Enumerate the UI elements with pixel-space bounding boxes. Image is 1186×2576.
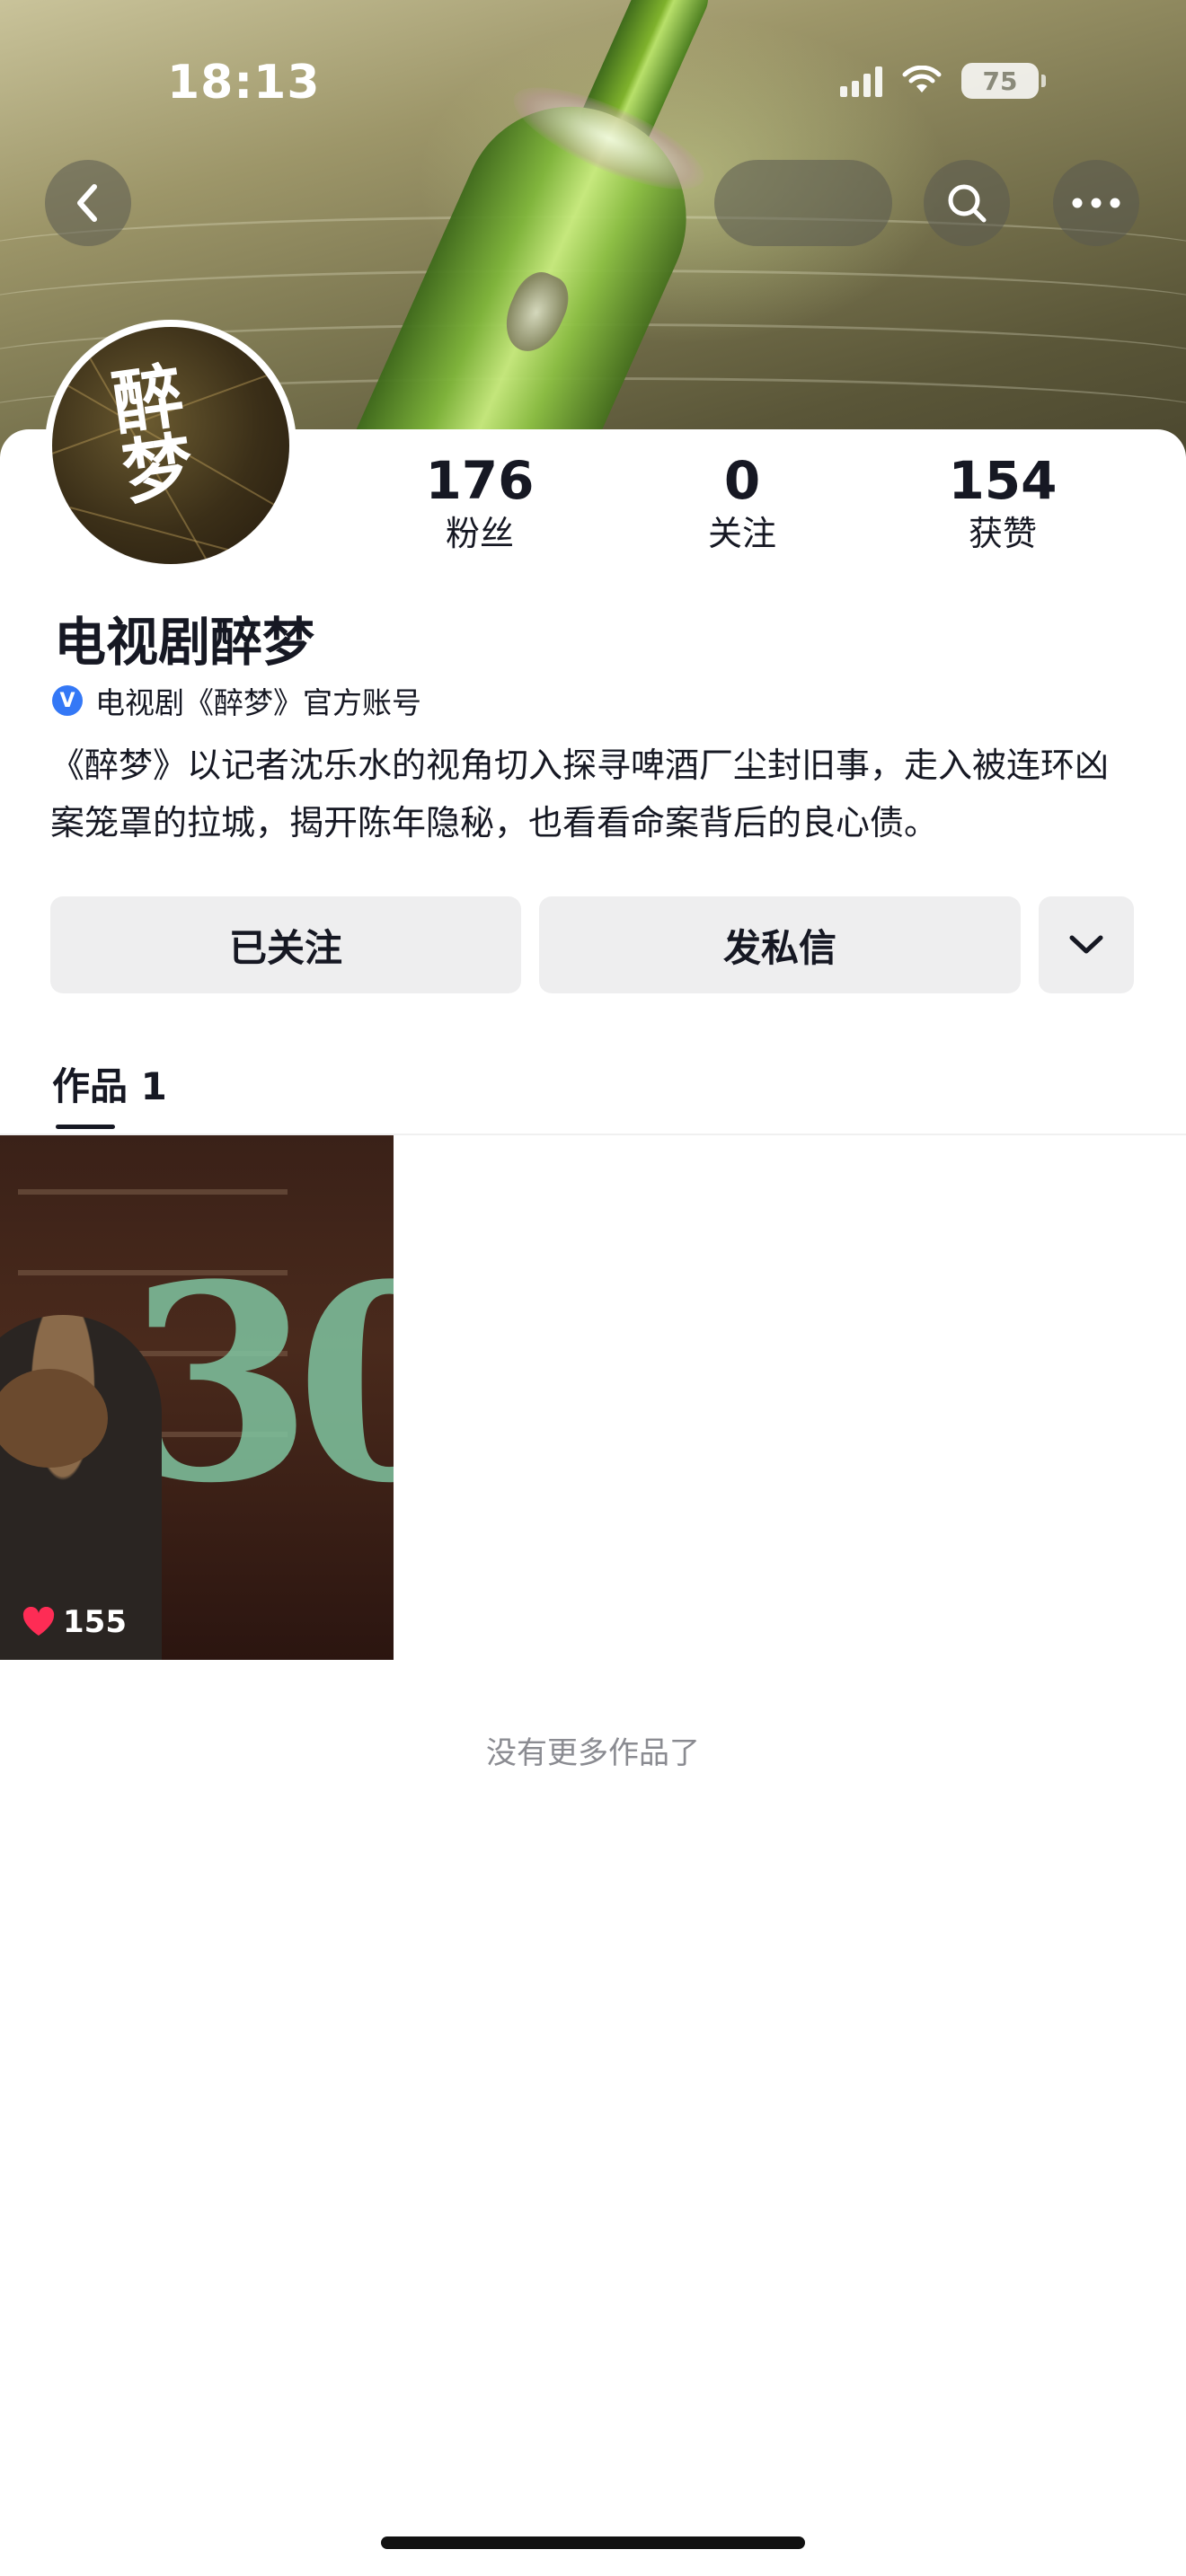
top-pill-button[interactable] bbox=[714, 160, 892, 246]
stat-likes[interactable]: 154 获赞 bbox=[922, 449, 1084, 555]
stat-label: 获赞 bbox=[968, 514, 1037, 553]
no-more-works-text: 没有更多作品了 bbox=[486, 1735, 700, 1771]
verified-badge-icon: V bbox=[52, 685, 83, 716]
tab-works[interactable]: 作品 1 bbox=[52, 1056, 167, 1111]
thumbnail-title-text: 30 bbox=[126, 1225, 394, 1542]
chevron-down-icon bbox=[1069, 935, 1103, 954]
avatar[interactable]: 醉梦 bbox=[45, 320, 296, 571]
like-count: 155 bbox=[63, 1604, 127, 1640]
cellular-signal-icon bbox=[840, 65, 882, 97]
stat-value: 154 bbox=[948, 450, 1058, 511]
profile-bio: 《醉梦》以记者沈乐水的视角切入探寻啤酒厂尘封旧事，走入被连环凶案笼罩的拉城，揭开… bbox=[50, 745, 1110, 842]
avatar-calligraphy: 醉梦 bbox=[96, 357, 198, 508]
wifi-icon bbox=[902, 66, 942, 93]
stat-following[interactable]: 0 关注 bbox=[661, 449, 823, 555]
stat-followers[interactable]: 176 粉丝 bbox=[399, 449, 561, 555]
battery-level: 75 bbox=[982, 66, 1018, 96]
search-button[interactable] bbox=[924, 160, 1010, 246]
work-likes: 155 bbox=[22, 1604, 127, 1640]
home-indicator bbox=[381, 2536, 805, 2549]
verified-label: 电视剧《醉梦》官方账号 bbox=[95, 685, 421, 720]
verified-info: V 电视剧《醉梦》官方账号 bbox=[52, 679, 421, 722]
followed-button[interactable]: 已关注 bbox=[50, 896, 521, 993]
stat-label: 关注 bbox=[707, 514, 776, 553]
status-time: 18:13 bbox=[167, 56, 321, 110]
chevron-left-icon bbox=[77, 184, 97, 222]
heart-icon bbox=[22, 1607, 55, 1636]
expand-button[interactable] bbox=[1039, 896, 1134, 993]
search-icon bbox=[948, 184, 987, 223]
stat-value: 176 bbox=[425, 450, 535, 511]
work-thumbnail[interactable]: 30 bbox=[0, 1135, 394, 1660]
battery-icon: 75 bbox=[961, 63, 1046, 99]
more-button[interactable] bbox=[1053, 160, 1139, 246]
stat-label: 粉丝 bbox=[445, 514, 514, 553]
stat-value: 0 bbox=[723, 450, 761, 511]
message-button[interactable]: 发私信 bbox=[539, 896, 1021, 993]
status-icons: 75 bbox=[840, 63, 1046, 99]
more-dots-icon bbox=[1072, 198, 1120, 208]
back-button[interactable] bbox=[45, 160, 131, 246]
tab-active-indicator bbox=[56, 1125, 115, 1129]
profile-name: 电视剧醉梦 bbox=[54, 612, 315, 673]
